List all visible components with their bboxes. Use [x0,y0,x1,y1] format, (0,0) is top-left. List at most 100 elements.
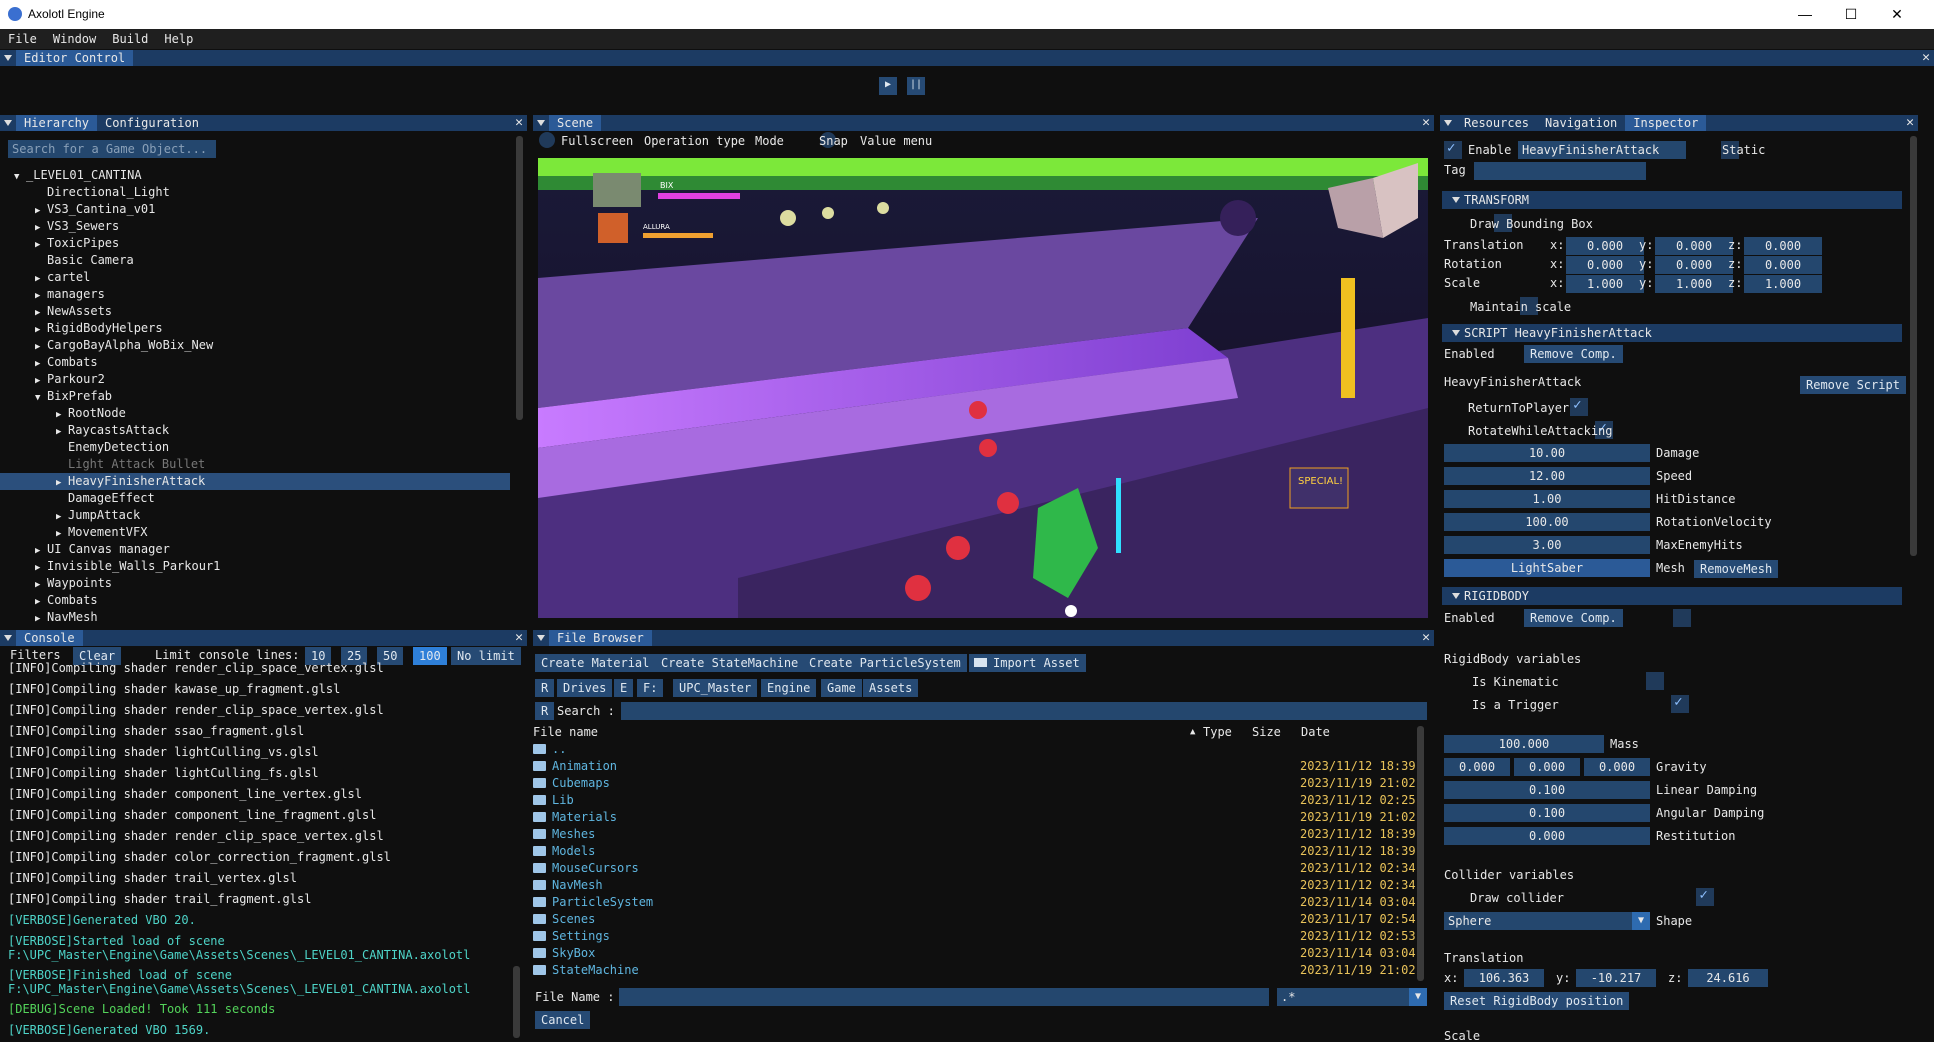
tab-navigation[interactable]: Navigation [1537,115,1625,131]
crumb-game[interactable]: Game [821,679,862,697]
tree-item[interactable]: ▶ JumpAttack [0,507,510,524]
tree-item[interactable]: EnemyDetection [0,439,510,456]
close-icon[interactable]: ✕ [515,630,523,646]
file-row[interactable]: Materials 2023/11/19 21:02 [533,809,1419,826]
transform-x-input[interactable]: 0.000 [1566,237,1644,255]
tab-scene[interactable]: Scene [549,115,602,131]
script-field-input[interactable]: 3.00 [1444,536,1650,554]
refresh-button[interactable]: R [535,679,555,697]
script-field-input[interactable]: 100.00 [1444,513,1650,531]
tree-item[interactable]: ▶ ToxicPipes [0,235,510,252]
transform-y-input[interactable]: 1.000 [1655,275,1733,293]
tree-item[interactable]: Directional_Light [0,184,510,201]
transform-y-input[interactable]: 0.000 [1655,237,1733,255]
collapse-icon[interactable] [1444,120,1452,126]
gravity-z-value[interactable]: 0.000 [1584,758,1650,776]
cancel-button[interactable]: Cancel [535,1011,591,1029]
file-row[interactable]: StateMachine 2023/11/19 21:02 [533,962,1419,976]
script-field-input[interactable]: LightSaber [1444,559,1650,577]
file-name-input[interactable] [619,988,1269,1006]
file-filter-select[interactable]: .* ▼ [1277,988,1427,1006]
tree-item[interactable]: ▶ cartel [0,269,510,286]
drives-button[interactable]: Drives [557,679,613,697]
crumb-upc-master[interactable]: UPC_Master [673,679,758,697]
tree-item[interactable]: ▶ managers [0,286,510,303]
menu-build[interactable]: Build [104,29,156,49]
tree-item[interactable]: ▶ Waypoints [0,575,510,592]
collapse-icon[interactable] [4,120,12,126]
collapse-icon[interactable] [537,635,545,641]
tree-item[interactable]: ▶ Combats [0,354,510,371]
shape-select[interactable]: Sphere ▼ [1444,912,1650,930]
tree-arrow-icon[interactable]: ▶ [35,611,47,628]
transform-header[interactable]: TRANSFORM [1442,191,1902,209]
draw-collider-checkbox[interactable] [1696,887,1715,906]
operation-type-menu[interactable]: Operation type [644,134,745,148]
scene-viewport[interactable]: SPECIAL! BIX ALLURA [538,158,1428,618]
file-row[interactable]: Models 2023/11/12 18:39 [533,843,1419,860]
mode-menu[interactable]: Mode [755,134,784,148]
maximize-button[interactable]: ☐ [1828,3,1874,25]
file-row[interactable]: Cubemaps 2023/11/19 21:02 [533,775,1419,792]
tree-item[interactable]: Basic Camera [0,252,510,269]
enable-checkbox[interactable] [1444,140,1462,159]
file-row[interactable]: ParticleSystem 2023/11/14 03:04 [533,894,1419,911]
file-row[interactable]: SkyBox 2023/11/14 03:04 [533,945,1419,962]
pause-button[interactable]: || [907,77,925,95]
collapse-icon[interactable] [4,635,12,641]
col-date[interactable]: Date [1301,724,1330,741]
remove-mesh-button[interactable]: RemoveMesh [1694,560,1779,578]
tree-item[interactable]: ▶ CargoBayAlpha_WoBix_New [0,337,510,354]
minimize-button[interactable]: — [1782,3,1828,25]
tab-resources[interactable]: Resources [1456,115,1537,131]
menu-file[interactable]: File [0,29,45,49]
create-statemachine-button[interactable]: Create StateMachine [655,654,805,672]
tree-item[interactable]: Light Attack Bullet [0,456,510,473]
collapse-icon[interactable] [4,55,12,61]
create-particlesystem-button[interactable]: Create ParticleSystem [803,654,967,672]
script-field-input[interactable]: 1.00 [1444,490,1650,508]
tree-item[interactable]: ▼ _LEVEL01_CANTINA [0,167,510,184]
crumb-assets[interactable]: Assets [863,679,919,697]
file-search-input[interactable] [621,702,1427,720]
tree-item[interactable]: ▶ UI Canvas manager [0,541,510,558]
import-asset-button[interactable]: Import Asset [969,654,1086,672]
file-row[interactable]: Settings 2023/11/12 02:53 [533,928,1419,945]
tab-console[interactable]: Console [16,630,83,646]
menu-help[interactable]: Help [156,29,201,49]
close-icon[interactable]: ✕ [1906,115,1914,131]
tab-inspector[interactable]: Inspector [1625,115,1707,131]
tree-item[interactable]: ▶ RigidBodyHelpers [0,320,510,337]
tree-item[interactable]: ▼ BixPrefab [0,388,510,405]
file-row[interactable]: Meshes 2023/11/12 18:39 [533,826,1419,843]
tree-item[interactable]: ▶ NewAssets [0,303,510,320]
tree-item[interactable]: DamageEffect [0,490,510,507]
tree-item[interactable]: ▶ HeavyFinisherAttack [0,473,510,490]
tab-configuration[interactable]: Configuration [97,115,207,131]
script-header[interactable]: SCRIPT HeavyFinisherAttack [1442,324,1902,342]
tree-arrow-icon[interactable]: ▼ [35,390,47,407]
tree-item[interactable]: ▶ RaycastsAttack [0,422,510,439]
rb-translation-y[interactable]: -10.217 [1576,969,1656,987]
fullscreen-label[interactable]: Fullscreen [561,134,633,148]
rb-enabled-checkbox[interactable] [1672,609,1691,627]
mass-input[interactable]: 100.000 [1444,735,1604,753]
close-icon[interactable]: ✕ [1422,630,1430,646]
value-menu[interactable]: Value menu [860,134,932,148]
tab-hierarchy[interactable]: Hierarchy [16,115,98,131]
gravity-x-input[interactable]: 0.000 [1444,758,1510,776]
reset-rigidbody-button[interactable]: Reset RigidBody position [1444,992,1630,1010]
collapse-icon[interactable] [537,120,545,126]
script-field-input[interactable]: 10.00 [1444,444,1650,462]
scrollbar[interactable] [516,136,523,420]
rb-translation-x[interactable]: 106.363 [1464,969,1544,987]
script-field-input[interactable]: 12.00 [1444,467,1650,485]
rb-field-input[interactable]: 0.100 [1444,804,1650,822]
close-icon[interactable]: ✕ [1422,115,1430,131]
chevron-down-icon[interactable]: ▼ [1409,988,1427,1006]
snap-label[interactable]: Snap [819,134,848,148]
close-icon[interactable]: ✕ [515,115,523,131]
transform-x-input[interactable]: 1.000 [1566,275,1644,293]
rb-field-input[interactable]: 0.000 [1444,827,1650,845]
col-size[interactable]: Size [1252,724,1281,741]
